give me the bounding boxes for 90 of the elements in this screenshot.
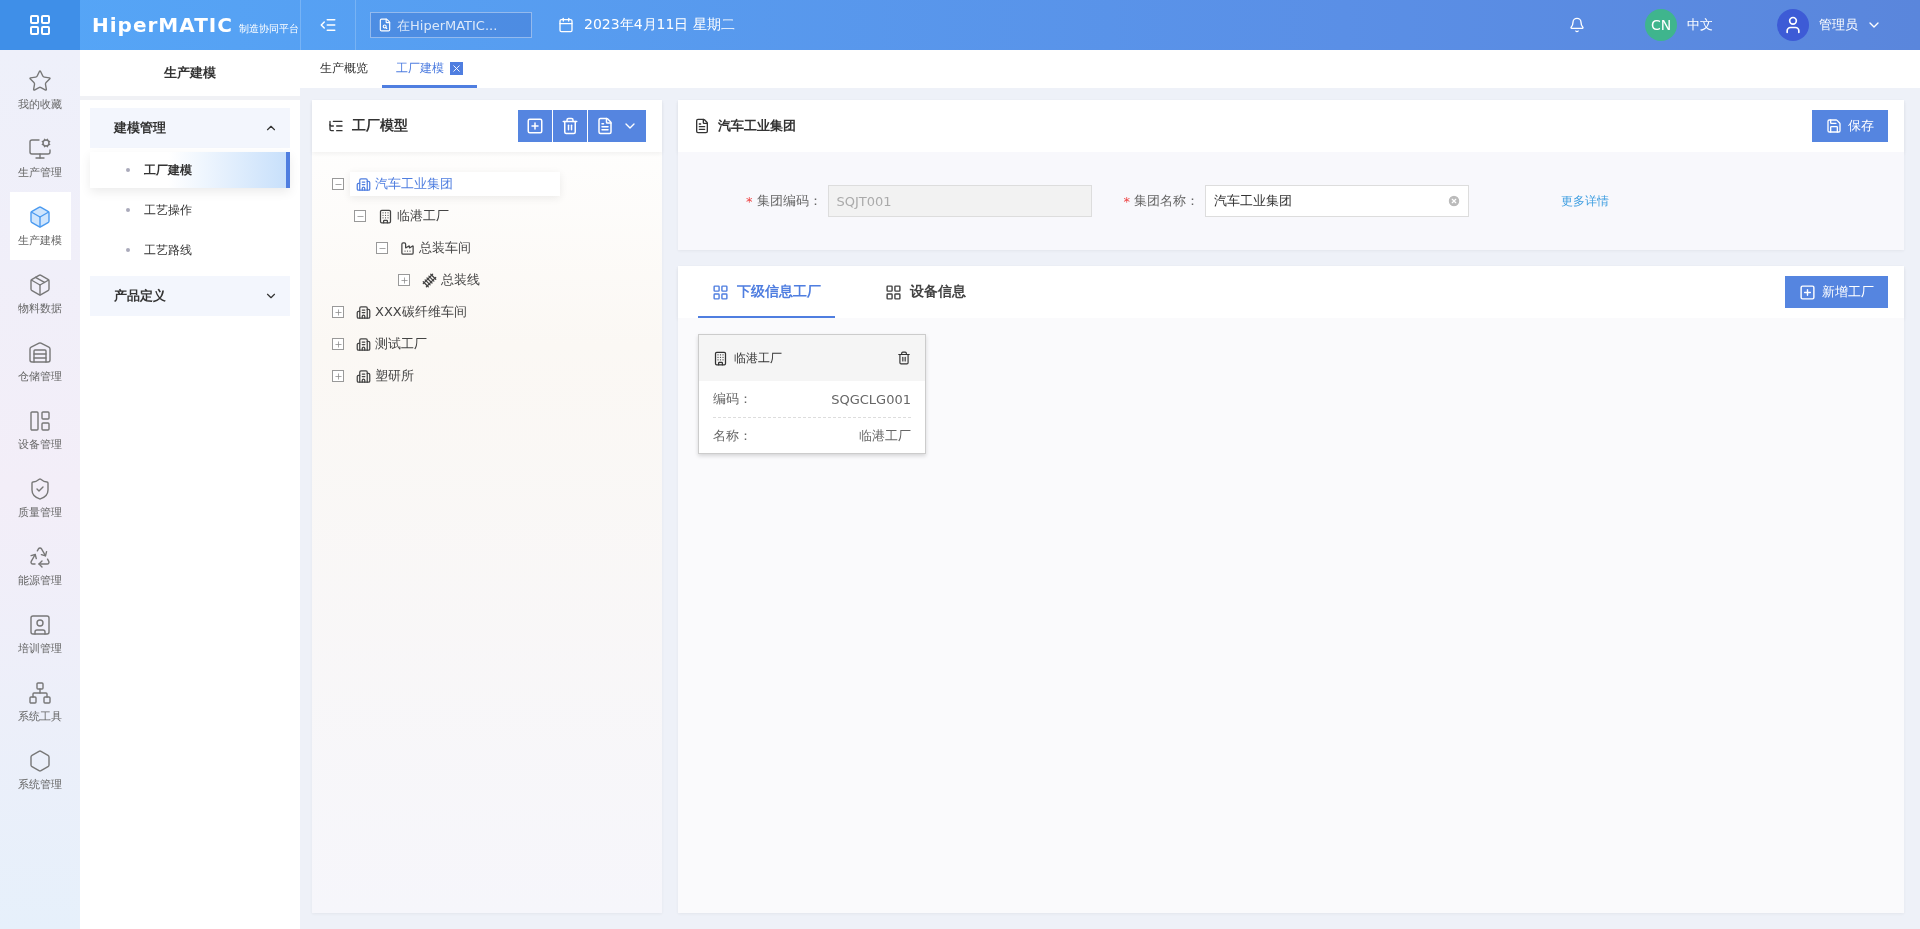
date-text: 2023年4月11日 星期二 (584, 16, 735, 34)
required-mark: * (1123, 193, 1130, 209)
plus-icon (399, 275, 409, 285)
collapse-toggle[interactable] (332, 178, 344, 190)
panel-title: 汽车工业集团 (718, 117, 796, 135)
content-tab[interactable]: 设备信息 (871, 268, 980, 318)
nav-item[interactable]: 生产管理 (9, 124, 71, 192)
menu-icon (319, 16, 337, 34)
menu-item[interactable]: 工艺路线 (90, 232, 290, 268)
menu-item[interactable]: 工厂建模 (90, 152, 290, 188)
save-button[interactable]: 保存 (1812, 110, 1888, 142)
collapse-toggle[interactable] (376, 242, 388, 254)
plus-icon (333, 307, 343, 317)
menu-group[interactable]: 建模管理 (90, 108, 290, 148)
more-details-link[interactable]: 更多详情 (1561, 192, 1609, 210)
nav-item[interactable]: 仓储管理 (9, 328, 71, 396)
more-dropdown-button[interactable] (588, 110, 646, 142)
add-factory-button[interactable]: 新增工厂 (1785, 276, 1888, 308)
tree-node[interactable]: 临港工厂 (372, 204, 455, 228)
search-icon (378, 18, 392, 32)
nav-item[interactable]: 物料数据 (9, 260, 71, 328)
nav-item[interactable]: 培训管理 (9, 600, 71, 668)
menu-group[interactable]: 产品定义 (90, 276, 290, 316)
tree-node[interactable]: 总装线 (416, 268, 486, 292)
nav-icon (28, 748, 52, 773)
dot-grid-icon[interactable] (28, 13, 52, 37)
nav-icon (28, 204, 52, 229)
notification-icon[interactable] (1569, 17, 1585, 33)
plus-icon (333, 339, 343, 349)
user-name[interactable]: 管理员 (1819, 16, 1858, 34)
tree-node[interactable]: 汽车工业集团 (350, 172, 560, 196)
plus-icon (333, 371, 343, 381)
tree-node[interactable]: 总装车间 (394, 236, 477, 260)
panel-title: 工厂模型 (352, 117, 408, 135)
language-text[interactable]: 中文 (1687, 16, 1713, 34)
nav-icon (28, 340, 52, 365)
add-icon (1799, 283, 1816, 301)
close-icon[interactable] (450, 62, 463, 75)
delete-button[interactable] (553, 110, 587, 142)
clear-icon[interactable] (1447, 194, 1461, 208)
expand-toggle[interactable] (332, 370, 344, 382)
expand-toggle[interactable] (332, 338, 344, 350)
nav-icon (28, 476, 52, 501)
search-field[interactable]: 在HiperMATIC... (370, 12, 532, 38)
menu-item[interactable]: 工艺操作 (90, 192, 290, 228)
save-icon (1826, 118, 1842, 134)
field-label: 编码： (713, 390, 752, 408)
nav-icon (28, 612, 52, 637)
field-value: 临港工厂 (859, 426, 911, 445)
nav-item[interactable]: 我的收藏 (9, 56, 71, 124)
nav-item[interactable]: 质量管理 (9, 464, 71, 532)
nav-icon (28, 680, 52, 705)
collapse-toggle[interactable] (354, 210, 366, 222)
required-mark: * (746, 193, 753, 209)
page-tab[interactable]: 工厂建模 (382, 52, 477, 88)
nav-item[interactable]: 能源管理 (9, 532, 71, 600)
grid-icon (712, 283, 729, 301)
tree-node[interactable]: 塑研所 (350, 364, 420, 388)
nav-item[interactable]: 系统工具 (9, 668, 71, 736)
field-label: 集团编码： (756, 192, 822, 210)
user-avatar[interactable] (1777, 9, 1809, 41)
page-tab[interactable]: 生产概览 (306, 52, 382, 88)
card-title: 临港工厂 (734, 349, 782, 367)
expand-toggle[interactable] (332, 306, 344, 318)
document-icon (694, 118, 710, 134)
logo-text: HiperMATIC (92, 13, 233, 37)
calendar-icon (558, 17, 574, 33)
nav-icon (28, 408, 52, 433)
add-button[interactable] (518, 110, 552, 142)
trash-icon (561, 117, 579, 135)
nav-icon (28, 136, 52, 161)
tree-node[interactable]: XXX碳纤维车间 (350, 300, 473, 324)
tree-icon (328, 118, 344, 134)
nav-icon (28, 544, 52, 569)
nav-icon (28, 68, 52, 93)
delete-icon[interactable] (897, 351, 911, 365)
document-icon (596, 117, 614, 135)
nav-icon (28, 272, 52, 297)
nav-item[interactable]: 生产建模 (9, 192, 71, 260)
input-field[interactable]: 汽车工业集团 (1205, 185, 1469, 217)
field-label: 集团名称： (1134, 192, 1199, 210)
field-label: 名称： (713, 426, 752, 445)
logo-subtitle: 制造协同平台 (238, 22, 299, 36)
nav-item[interactable]: 系统管理 (9, 736, 71, 804)
tree-node[interactable]: 测试工厂 (350, 332, 433, 356)
add-icon (526, 117, 544, 135)
field-value: SQGCLG001 (831, 391, 911, 407)
nav-item[interactable]: 设备管理 (9, 396, 71, 464)
expand-toggle[interactable] (398, 274, 410, 286)
grid-icon (885, 283, 902, 301)
